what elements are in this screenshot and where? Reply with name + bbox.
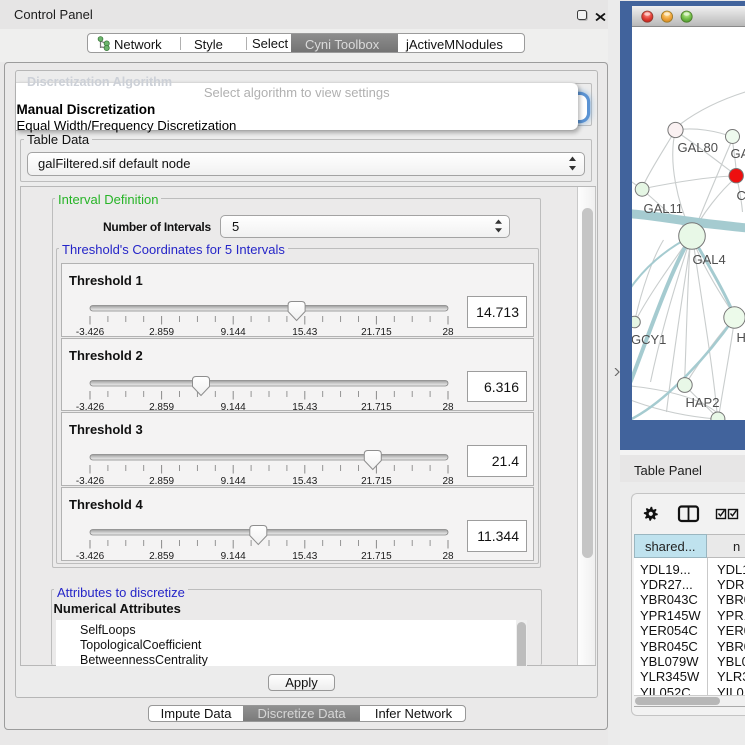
svg-text:9.144: 9.144: [221, 476, 246, 486]
svg-text:-3.426: -3.426: [76, 476, 105, 486]
svg-text:2.859: 2.859: [149, 476, 174, 486]
svg-text:15.43: 15.43: [292, 476, 317, 486]
svg-text:28: 28: [442, 476, 454, 486]
svg-text:-3.426: -3.426: [76, 327, 105, 337]
svg-text:HI: HI: [736, 330, 745, 345]
svg-text:2.859: 2.859: [149, 402, 174, 412]
svg-text:28: 28: [442, 327, 454, 337]
svg-text:GAL: GAL: [730, 146, 745, 161]
svg-text:-3.426: -3.426: [76, 551, 105, 561]
svg-text:9.144: 9.144: [221, 551, 246, 561]
svg-text:CY: CY: [736, 188, 745, 203]
svg-text:GCY1: GCY1: [632, 332, 666, 347]
svg-text:2.859: 2.859: [149, 551, 174, 561]
svg-text:28: 28: [442, 402, 454, 412]
svg-text:HAP2: HAP2: [685, 395, 719, 410]
svg-text:21.715: 21.715: [361, 476, 392, 486]
svg-text:2.859: 2.859: [149, 327, 174, 337]
svg-text:-3.426: -3.426: [76, 402, 105, 412]
svg-text:GAL11: GAL11: [643, 201, 683, 216]
svg-text:21.715: 21.715: [361, 327, 392, 337]
svg-text:9.144: 9.144: [221, 327, 246, 337]
svg-text:15.43: 15.43: [292, 327, 317, 337]
svg-text:15.43: 15.43: [292, 402, 317, 412]
svg-text:21.715: 21.715: [361, 551, 392, 561]
svg-text:21.715: 21.715: [361, 402, 392, 412]
svg-text:GAL80: GAL80: [677, 140, 717, 155]
svg-text:28: 28: [442, 551, 454, 561]
svg-text:GAL4: GAL4: [692, 252, 725, 267]
svg-text:9.144: 9.144: [221, 402, 246, 412]
svg-text:15.43: 15.43: [292, 551, 317, 561]
